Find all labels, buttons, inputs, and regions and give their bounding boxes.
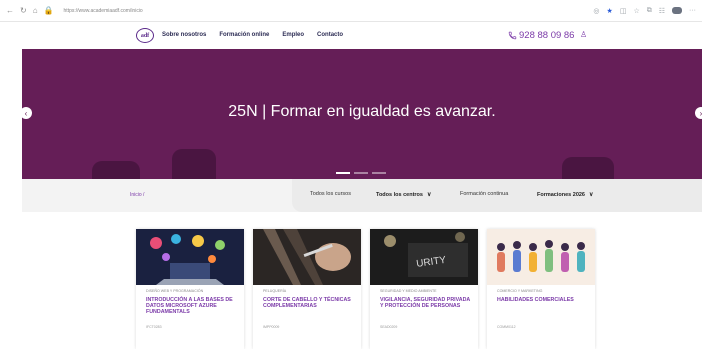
tab-todos-los-cursos[interactable]: Todos los cursos <box>310 191 351 197</box>
phone-number: 928 88 09 86 <box>519 30 575 41</box>
course-title[interactable]: INTRODUCCIÓN A LAS BASES DE DATOS MICROS… <box>146 297 240 315</box>
main-menu: Sobre nosotros Formación online Empleo C… <box>162 32 343 38</box>
tab-todos-los-centros[interactable]: Todos los centros ∨ <box>376 191 431 198</box>
breadcrumb[interactable]: Inicio / <box>130 192 144 198</box>
slider-pagination <box>336 172 386 174</box>
reload-icon[interactable]: ↻ <box>20 6 27 15</box>
slider-dot[interactable] <box>372 172 386 174</box>
menu-item-formacion-online[interactable]: Formación online <box>219 32 269 38</box>
fist-illustration-right <box>562 157 614 179</box>
tab-formacion-continua[interactable]: Formación continua <box>460 191 508 197</box>
course-card[interactable]: DISEÑO WEB Y PROGRAMACIÓN INTRODUCCIÓN A… <box>136 229 244 349</box>
browser-toolbar: ← ↻ ⌂ 🔒 https://www.academiaadf.com/inic… <box>0 0 702 22</box>
menu-item-contacto[interactable]: Contacto <box>317 32 343 38</box>
browser-icons: ◎ ★ ◫ ☆ ⧉ ☷ ··· <box>593 7 696 15</box>
course-category: DISEÑO WEB Y PROGRAMACIÓN <box>146 289 204 293</box>
slider-dot[interactable] <box>336 172 350 174</box>
course-card[interactable]: PELUQUERÍA CORTE DE CABELLO Y TÉCNICAS C… <box>253 229 361 349</box>
course-code: COMM0112 <box>497 325 516 329</box>
course-title[interactable]: VIGILANCIA, SEGURIDAD PRIVADA Y PROTECCI… <box>380 297 474 309</box>
course-image-haircut <box>253 229 361 285</box>
fist-illustration-left <box>92 161 140 179</box>
collections-icon[interactable]: ⧉ <box>647 7 652 15</box>
course-category: COMERCIO Y MARKETING <box>497 289 543 293</box>
extensions-icon[interactable]: ◎ <box>593 7 599 15</box>
course-image-security: URITY <box>370 229 478 285</box>
chevron-down-icon: ∨ <box>426 192 432 198</box>
course-category: PELUQUERÍA <box>263 289 287 293</box>
course-image-people <box>487 229 595 285</box>
favorites-icon[interactable]: ☆ <box>633 7 639 15</box>
course-code: IFCT0283 <box>146 325 162 329</box>
slider-prev-button[interactable]: ‹ <box>20 107 32 119</box>
filter-tabs: Todos los cursos Todos los centros ∨ Form… <box>292 179 702 212</box>
course-filter-bar: Inicio / Todos los cursos Todos los cent… <box>22 179 702 212</box>
lock-icon: 🔒 <box>43 6 54 15</box>
address-bar[interactable]: https://www.academiaadf.com/inicio <box>64 8 143 14</box>
slider-dot[interactable] <box>354 172 368 174</box>
tab-formaciones-2026[interactable]: Formaciones 2026 ∨ <box>537 191 593 198</box>
home-icon[interactable]: ⌂ <box>33 6 38 15</box>
course-image-laptop <box>136 229 244 285</box>
phone-link[interactable]: 928 88 09 86 <box>508 30 574 41</box>
course-code: SEAD0209 <box>380 325 398 329</box>
user-account-icon[interactable]: ♙ <box>580 30 587 39</box>
more-menu-icon[interactable]: ··· <box>689 7 696 14</box>
course-title[interactable]: HABILIDADES COMERCIALES <box>497 297 591 303</box>
downloads-icon[interactable]: ☷ <box>659 7 665 15</box>
site-header: adf Sobre nosotros Formación online Empl… <box>0 22 702 49</box>
hero-banner: 25N | Formar en igualdad es avanzar. <box>22 49 702 179</box>
course-card[interactable]: COMERCIO Y MARKETING HABILIDADES COMERCI… <box>487 229 595 349</box>
chevron-down-icon: ∨ <box>589 192 594 198</box>
back-icon[interactable]: ← <box>6 6 14 15</box>
favorite-star-icon[interactable]: ★ <box>607 7 613 15</box>
site-logo[interactable]: adf <box>136 28 154 43</box>
course-category: SEGURIDAD Y MEDIO AMBIENTE <box>380 289 437 293</box>
profile-avatar[interactable] <box>672 7 682 14</box>
slider-next-button[interactable]: › <box>695 107 702 119</box>
course-card[interactable]: URITY SEGURIDAD Y MEDIO AMBIENTE VIGILAN… <box>370 229 478 349</box>
menu-item-sobre-nosotros[interactable]: Sobre nosotros <box>162 32 206 38</box>
phone-icon <box>508 31 517 40</box>
split-screen-icon[interactable]: ◫ <box>620 7 627 15</box>
menu-item-empleo[interactable]: Empleo <box>282 32 304 38</box>
course-title[interactable]: CORTE DE CABELLO Y TÉCNICAS COMPLEMENTAR… <box>263 297 357 309</box>
hero-title: 25N | Formar en igualdad es avanzar. <box>228 103 496 120</box>
fist-illustration-left-2 <box>172 149 216 179</box>
course-code: IMPP0009 <box>263 325 280 329</box>
